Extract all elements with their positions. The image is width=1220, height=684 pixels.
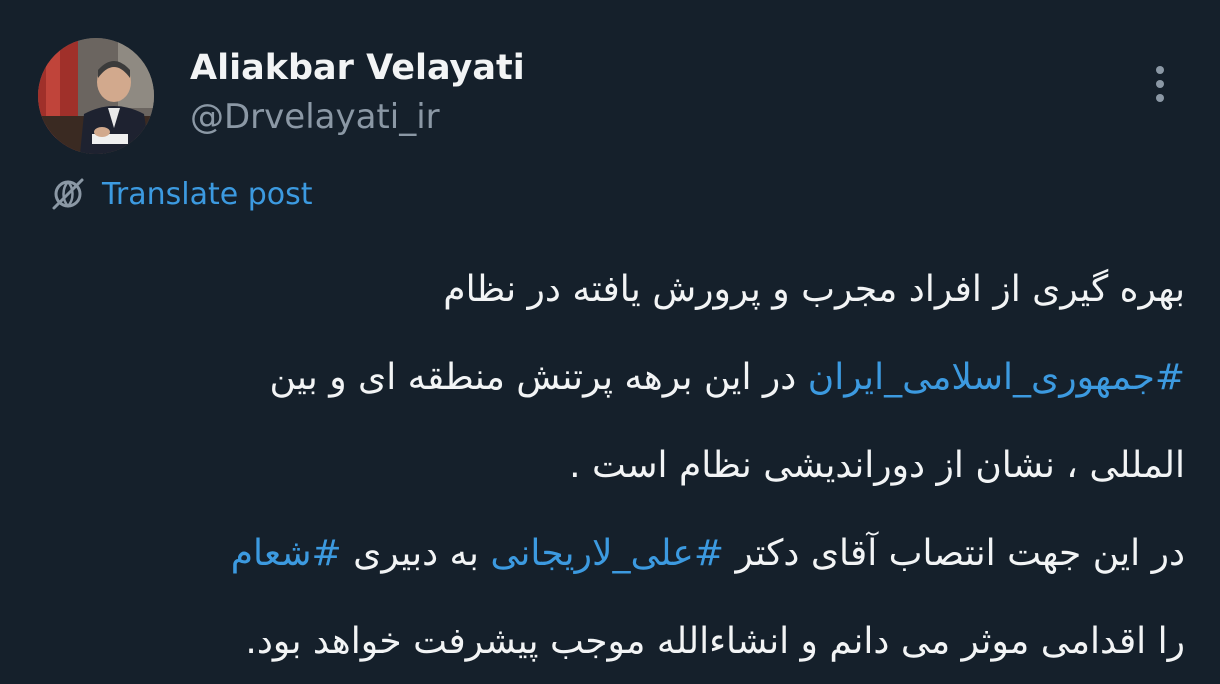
author-handle[interactable]: @Drvelayati_ir [190,95,440,139]
post-text-segment: المللی ، نشان از دوراندیشی نظام است . [569,445,1185,486]
translate-post-label: Translate post [102,176,313,212]
post-text-line: #جمهوری_اسلامی_ایران در این برهه پرتنش م… [60,334,1185,422]
post-text-line: بهره گیری از افراد مجرب و پرورش یافته در… [60,246,1185,334]
author-display-name[interactable]: Aliakbar Velayati [190,44,525,92]
post-text-segment: در این برهه پرتنش منطقه ای و بین [269,357,808,398]
avatar[interactable] [38,38,154,154]
avatar-photo [38,38,154,154]
tweet-card: Aliakbar Velayati @Drvelayati_ir Transla… [0,0,1220,684]
hashtag-link[interactable]: #علی_لاریجانی [490,533,724,574]
post-text: بهره گیری از افراد مجرب و پرورش یافته در… [60,246,1185,684]
post-text-segment: را اقدامی موثر می دانم و انشاءالله موجب … [245,621,1185,662]
post-text-segment: در این جهت انتصاب آقای دکتر [724,533,1185,574]
post-text-segment: به دبیری [341,533,491,574]
hashtag-link[interactable]: #جمهوری_اسلامی_ایران [808,357,1185,398]
more-vertical-icon-dot [1156,80,1164,88]
more-vertical-icon-dot [1156,94,1164,102]
post-text-line: را اقدامی موثر می دانم و انشاءالله موجب … [60,598,1185,684]
more-options-button[interactable] [1140,62,1180,106]
post-text-segment: بهره گیری از افراد مجرب و پرورش یافته در… [443,269,1185,310]
hashtag-link[interactable]: #شعام [231,533,342,574]
translate-post-link[interactable]: Translate post [48,172,313,216]
translate-globe-icon [52,178,84,210]
post-text-line: در این جهت انتصاب آقای دکتر #علی_لاریجان… [60,510,1185,598]
more-vertical-icon [1156,66,1164,74]
post-text-line: المللی ، نشان از دوراندیشی نظام است . [60,422,1185,510]
